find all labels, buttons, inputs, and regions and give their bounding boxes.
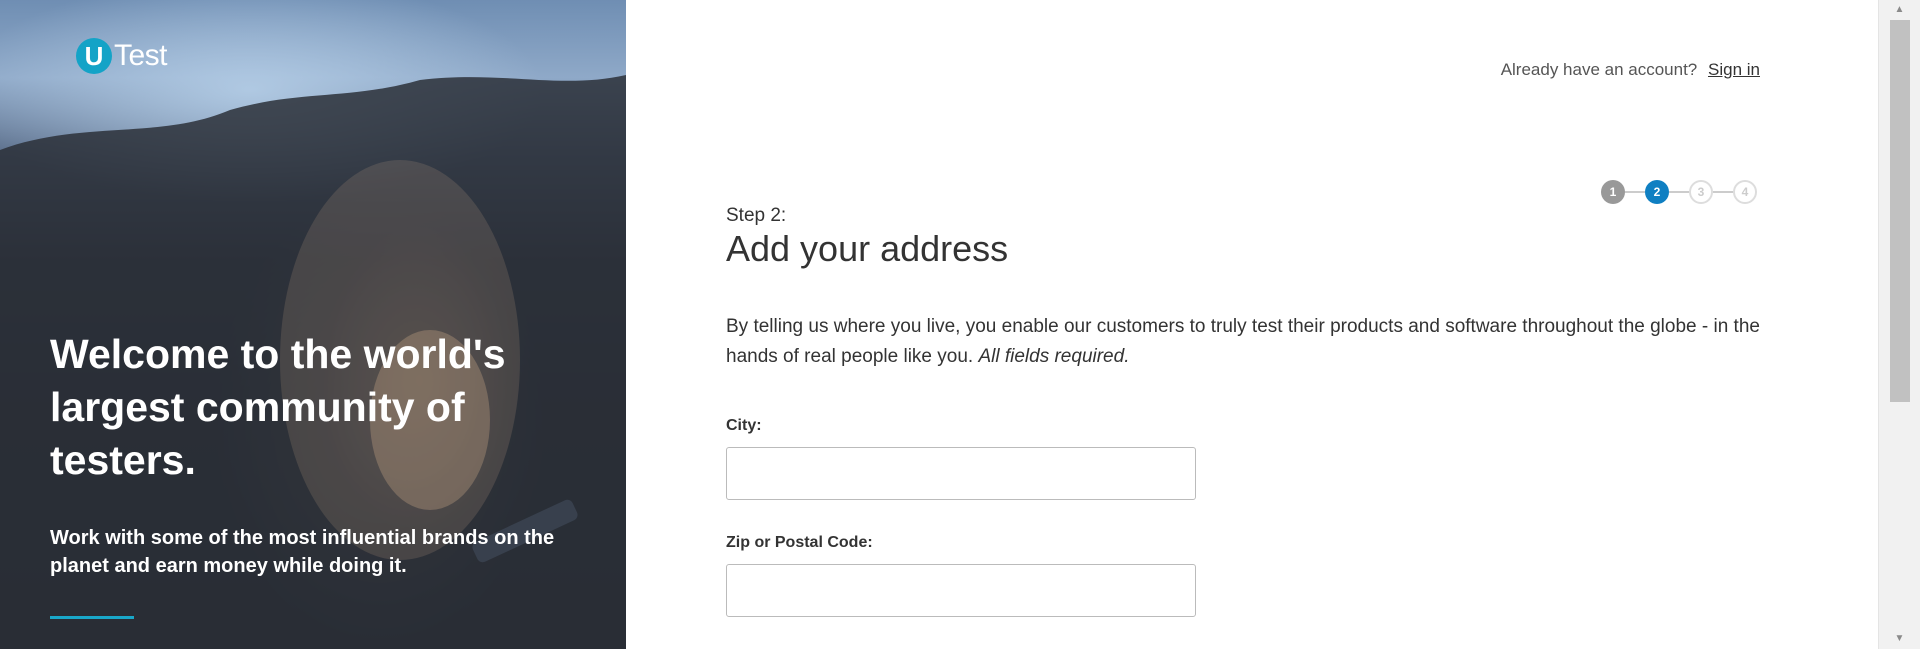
step-connector bbox=[1669, 191, 1689, 193]
zip-input[interactable] bbox=[726, 564, 1196, 617]
scroll-up-icon[interactable]: ▲ bbox=[1879, 2, 1920, 18]
step-4-indicator: 4 bbox=[1733, 180, 1757, 204]
intro-text: By telling us where you live, you enable… bbox=[726, 312, 1761, 372]
intro-body: By telling us where you live, you enable… bbox=[726, 316, 1760, 367]
signup-page: U Test Welcome to the world's largest co… bbox=[0, 0, 1920, 649]
signin-link[interactable]: Sign in bbox=[1708, 60, 1760, 79]
step-3-indicator: 3 bbox=[1689, 180, 1713, 204]
scroll-down-icon[interactable]: ▼ bbox=[1879, 631, 1920, 647]
intro-required-note: All fields required. bbox=[978, 346, 1130, 367]
scroll-thumb[interactable] bbox=[1889, 20, 1910, 402]
step-1-indicator: 1 bbox=[1601, 180, 1625, 204]
scrollbar[interactable]: ▲ ▼ bbox=[1878, 0, 1920, 649]
progress-stepper: 1 2 3 4 bbox=[1601, 180, 1757, 204]
hero-title: Welcome to the world's largest community… bbox=[50, 331, 506, 483]
step-label: Step 2: bbox=[726, 205, 787, 226]
signin-row: Already have an account? Sign in bbox=[1501, 60, 1760, 80]
step-connector bbox=[1713, 191, 1733, 193]
utest-logo[interactable]: U Test bbox=[76, 38, 168, 74]
city-input[interactable] bbox=[726, 447, 1196, 500]
step-2-indicator: 2 bbox=[1645, 180, 1669, 204]
zip-label: Zip or Postal Code: bbox=[726, 534, 873, 551]
city-label: City: bbox=[726, 417, 762, 434]
step-connector bbox=[1625, 191, 1645, 193]
logo-text: Test bbox=[114, 39, 168, 72]
hero-subtitle: Work with some of the most influential b… bbox=[50, 527, 555, 577]
hero-panel: U Test Welcome to the world's largest co… bbox=[0, 0, 626, 649]
account-prompt: Already have an account? bbox=[1500, 60, 1698, 79]
hero-accent-bar bbox=[50, 616, 134, 619]
logo-mark: U bbox=[76, 38, 112, 74]
page-title: Add your address bbox=[726, 228, 1009, 269]
